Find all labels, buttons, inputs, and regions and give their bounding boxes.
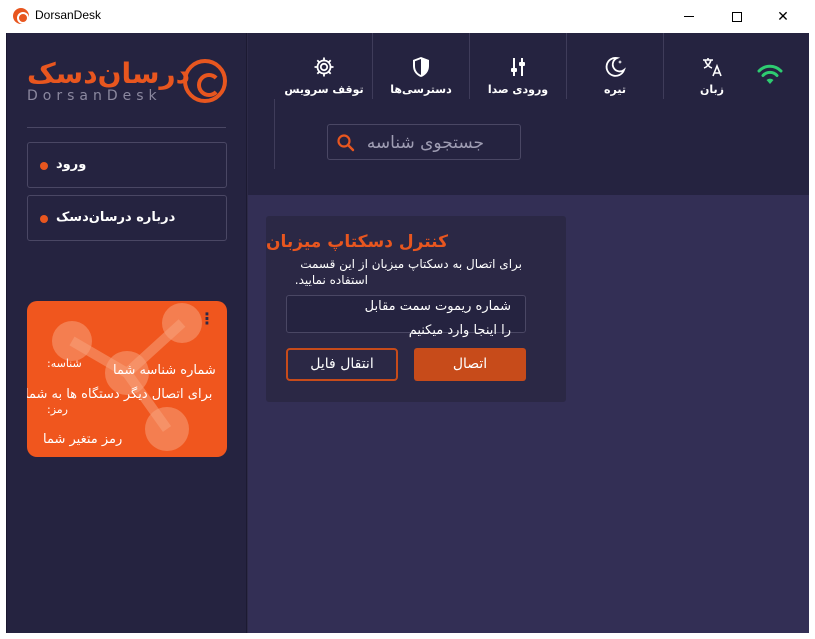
minimize-button[interactable] [666, 0, 712, 33]
maximize-icon [732, 11, 742, 22]
login-label: ورود [56, 157, 87, 172]
bullet-icon [40, 162, 48, 170]
file-transfer-button[interactable]: انتقال فایل [286, 348, 398, 381]
dark-mode-label: تیره [604, 83, 626, 96]
permissions-button[interactable]: دسترسی‌ها [373, 33, 469, 99]
search-icon [337, 134, 355, 152]
close-icon: ✕ [777, 8, 789, 25]
brand-logo-fa: درسان‌دسک [27, 57, 191, 90]
minimize-icon [684, 16, 694, 17]
id-value: شماره شناسه شما [113, 363, 216, 378]
card-menu-icon[interactable]: ⋮ [199, 311, 215, 327]
window-titlebar: DorsanDesk ✕ [0, 0, 815, 33]
maximize-button[interactable] [714, 0, 760, 33]
app-logo-icon [13, 8, 29, 24]
close-button[interactable]: ✕ [760, 0, 806, 33]
password-value: رمز متغیر شما [43, 432, 123, 447]
audio-input-icon [511, 58, 525, 76]
language-button[interactable]: زبان [664, 33, 760, 99]
language-icon [703, 58, 722, 77]
connect-button[interactable]: اتصال [414, 348, 526, 381]
main-content: کنترل دسکتاپ میزبان برای اتصال به دسکتاپ… [248, 195, 809, 633]
password-label: رمز: [47, 403, 68, 416]
toolbar: توقف سرویس دسترسی‌ها ورودی صدا [248, 33, 809, 195]
brand-logo-en: DorsanDesk [27, 88, 162, 104]
audio-input-button[interactable]: ورودی صدا [470, 33, 566, 99]
search-placeholder: جستجوی شناسه [366, 133, 484, 153]
wifi-icon [757, 64, 783, 84]
host-control-description-line2: استفاده نمایید. [294, 273, 368, 287]
id-card: ⋮ شناسه: شماره شناسه شما برای اتصال دیگر… [27, 301, 227, 457]
sidebar-divider [27, 127, 226, 128]
permissions-label: دسترسی‌ها [390, 83, 452, 96]
about-button[interactable]: درباره درسان‌دسک [27, 195, 227, 241]
id-description: برای اتصال دیگر دستگاه ها به شما [27, 387, 213, 402]
shield-icon [413, 57, 429, 77]
search-input[interactable]: جستجوی شناسه [327, 124, 521, 160]
language-label: زبان [700, 83, 724, 96]
remote-id-hint-line1: شماره ریموت سمت مقابل [364, 299, 511, 314]
id-label: شناسه: [47, 357, 82, 370]
stop-service-label: توقف سرویس [284, 83, 364, 96]
host-control-card: کنترل دسکتاپ میزبان برای اتصال به دسکتاپ… [266, 216, 566, 402]
remote-id-input[interactable]: شماره ریموت سمت مقابل را اینجا وارد میکن… [286, 295, 526, 338]
moon-icon [605, 57, 626, 77]
connection-status [748, 33, 792, 99]
brand-mark-icon [183, 59, 227, 103]
dark-mode-button[interactable]: تیره [567, 33, 663, 99]
app-frame: درسان‌دسک DorsanDesk ورود درباره درسان‌د… [6, 33, 809, 633]
remote-id-hint-line2: را اینجا وارد میکنیم [408, 323, 511, 338]
gear-icon [314, 57, 334, 77]
sidebar: درسان‌دسک DorsanDesk ورود درباره درسان‌د… [7, 33, 247, 633]
bullet-icon [40, 215, 48, 223]
window-title: DorsanDesk [35, 8, 102, 22]
host-control-description: برای اتصال به دسکتاپ میزبان از این قسمت [300, 257, 522, 271]
about-label: درباره درسان‌دسک [56, 210, 176, 225]
host-control-title: کنترل دسکتاپ میزبان [266, 232, 448, 252]
login-button[interactable]: ورود [27, 142, 227, 188]
toolbar-divider [274, 99, 275, 169]
audio-input-label: ورودی صدا [487, 83, 549, 96]
stop-service-button[interactable]: توقف سرویس [276, 33, 372, 99]
